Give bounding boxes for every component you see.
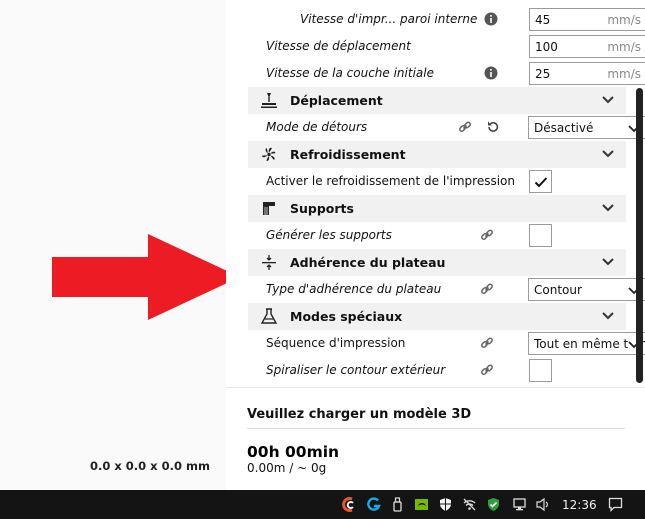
- speed-travel-input[interactable]: 100 mm/s: [529, 35, 645, 58]
- setting-row-cooling-enable: Activer le refroidissement de l'impressi…: [248, 168, 645, 195]
- link-icon[interactable]: [480, 336, 494, 350]
- clock[interactable]: 12:36: [562, 498, 597, 512]
- wifi-off-icon[interactable]: [462, 497, 477, 512]
- setting-label: Générer les supports: [266, 228, 392, 242]
- setting-label: Vitesse d'impr... paroi interne: [300, 12, 478, 26]
- input-value: 25: [535, 67, 551, 81]
- chevron-down-icon: [602, 150, 614, 158]
- support-icon: [263, 202, 275, 215]
- chevron-down-icon: [602, 258, 614, 266]
- link-icon[interactable]: [458, 120, 472, 134]
- setting-label: Séquence d'impression: [266, 336, 406, 350]
- category-title: Refroidissement: [290, 147, 406, 162]
- select-value: Désactivé: [534, 121, 594, 135]
- input-value: 45: [535, 13, 551, 27]
- setting-label: Activer le refroidissement de l'impressi…: [266, 174, 515, 188]
- print-summary: Veuillez charger un modèle 3D 00h 00min …: [226, 387, 645, 490]
- support-enable-checkbox[interactable]: [529, 224, 552, 247]
- travel-icon: [261, 93, 277, 108]
- category-adhesion[interactable]: Adhérence du plateau: [248, 249, 626, 276]
- adhesion-type-select[interactable]: Contour: [528, 278, 645, 301]
- app-tray-icon[interactable]: [342, 497, 357, 512]
- setting-label: Type d'adhérence du plateau: [266, 282, 442, 296]
- link-icon[interactable]: [480, 228, 494, 242]
- setting-label: Spiraliser le contour extérieur: [266, 363, 446, 377]
- input-unit: mm/s: [607, 67, 641, 81]
- select-value: Contour: [534, 283, 582, 297]
- chevron-down-icon: [602, 312, 614, 320]
- input-unit: mm/s: [607, 40, 641, 54]
- spiralize-checkbox[interactable]: [529, 359, 552, 382]
- combing-select[interactable]: Désactivé: [528, 116, 645, 139]
- volume-icon[interactable]: [535, 497, 550, 512]
- setting-row-speed-travel: Vitesse de déplacement 100 mm/s: [248, 33, 645, 60]
- model-dimensions: 0.0 x 0.0 x 0.0 mm: [90, 459, 210, 473]
- category-title: Supports: [290, 201, 354, 216]
- network-icon[interactable]: [512, 497, 527, 512]
- category-special-modes[interactable]: Modes spéciaux: [248, 303, 626, 330]
- setting-row-adhesion-type: Type d'adhérence du plateau Contour: [248, 276, 645, 303]
- chevron-down-icon: [602, 96, 614, 104]
- speed-wall-inner-input[interactable]: 45 mm/s: [529, 8, 645, 31]
- info-icon[interactable]: [484, 12, 498, 26]
- settings-scrollbar[interactable]: [636, 88, 643, 383]
- shield-icon[interactable]: [438, 497, 453, 512]
- category-cooling[interactable]: Refroidissement: [248, 141, 626, 168]
- fan-icon: [262, 147, 276, 161]
- speed-initial-layer-input[interactable]: 25 mm/s: [529, 62, 645, 85]
- print-time: 00h 00min: [247, 443, 340, 461]
- cooling-enable-checkbox[interactable]: [529, 170, 552, 193]
- setting-label: Vitesse de la couche initiale: [266, 66, 434, 80]
- load-model-message: Veuillez charger un modèle 3D: [247, 407, 472, 422]
- chevron-down-icon: [602, 204, 614, 212]
- setting-row-support-enable: Générer les supports: [248, 222, 645, 249]
- red-arrow-annotation: [52, 234, 240, 320]
- setting-label: Vitesse de déplacement: [266, 39, 411, 53]
- print-sequence-select[interactable]: Tout en même temps: [528, 332, 645, 355]
- taskbar: 12:36: [0, 490, 645, 519]
- usb-icon[interactable]: [390, 497, 405, 512]
- setting-row-spiralize: Spiraliser le contour extérieur: [248, 357, 645, 384]
- setting-row-print-sequence: Séquence d'impression Tout en même temps: [248, 330, 645, 357]
- divider: [247, 428, 625, 429]
- special-modes-icon: [260, 308, 278, 324]
- checkmark-icon: [534, 177, 548, 188]
- category-title: Déplacement: [290, 93, 383, 108]
- info-icon[interactable]: [484, 66, 498, 80]
- category-travel[interactable]: Déplacement: [248, 87, 626, 114]
- setting-label: Mode de détours: [266, 120, 368, 134]
- category-title: Modes spéciaux: [290, 309, 403, 324]
- setting-row-speed-wall-inner: Vitesse d'impr... paroi interne 45 mm/s: [248, 6, 645, 33]
- nvidia-icon[interactable]: [414, 497, 429, 512]
- adhesion-icon: [262, 255, 276, 270]
- print-settings-panel: Vitesse d'impr... paroi interne 45 mm/s …: [226, 0, 645, 387]
- input-unit: mm/s: [607, 13, 641, 27]
- category-title: Adhérence du plateau: [290, 255, 446, 270]
- category-support[interactable]: Supports: [248, 195, 626, 222]
- security-check-icon[interactable]: [486, 497, 501, 512]
- input-value: 100: [535, 40, 558, 54]
- logitech-g-icon[interactable]: [366, 497, 381, 512]
- link-icon[interactable]: [480, 282, 494, 296]
- notification-icon[interactable]: [608, 497, 623, 512]
- setting-row-speed-initial-layer: Vitesse de la couche initiale 25 mm/s: [248, 60, 645, 87]
- link-icon[interactable]: [480, 363, 494, 377]
- setting-row-combing: Mode de détours Désactivé: [248, 114, 645, 141]
- material-usage: 0.00m / ~ 0g: [247, 461, 327, 475]
- reset-icon[interactable]: [486, 120, 500, 134]
